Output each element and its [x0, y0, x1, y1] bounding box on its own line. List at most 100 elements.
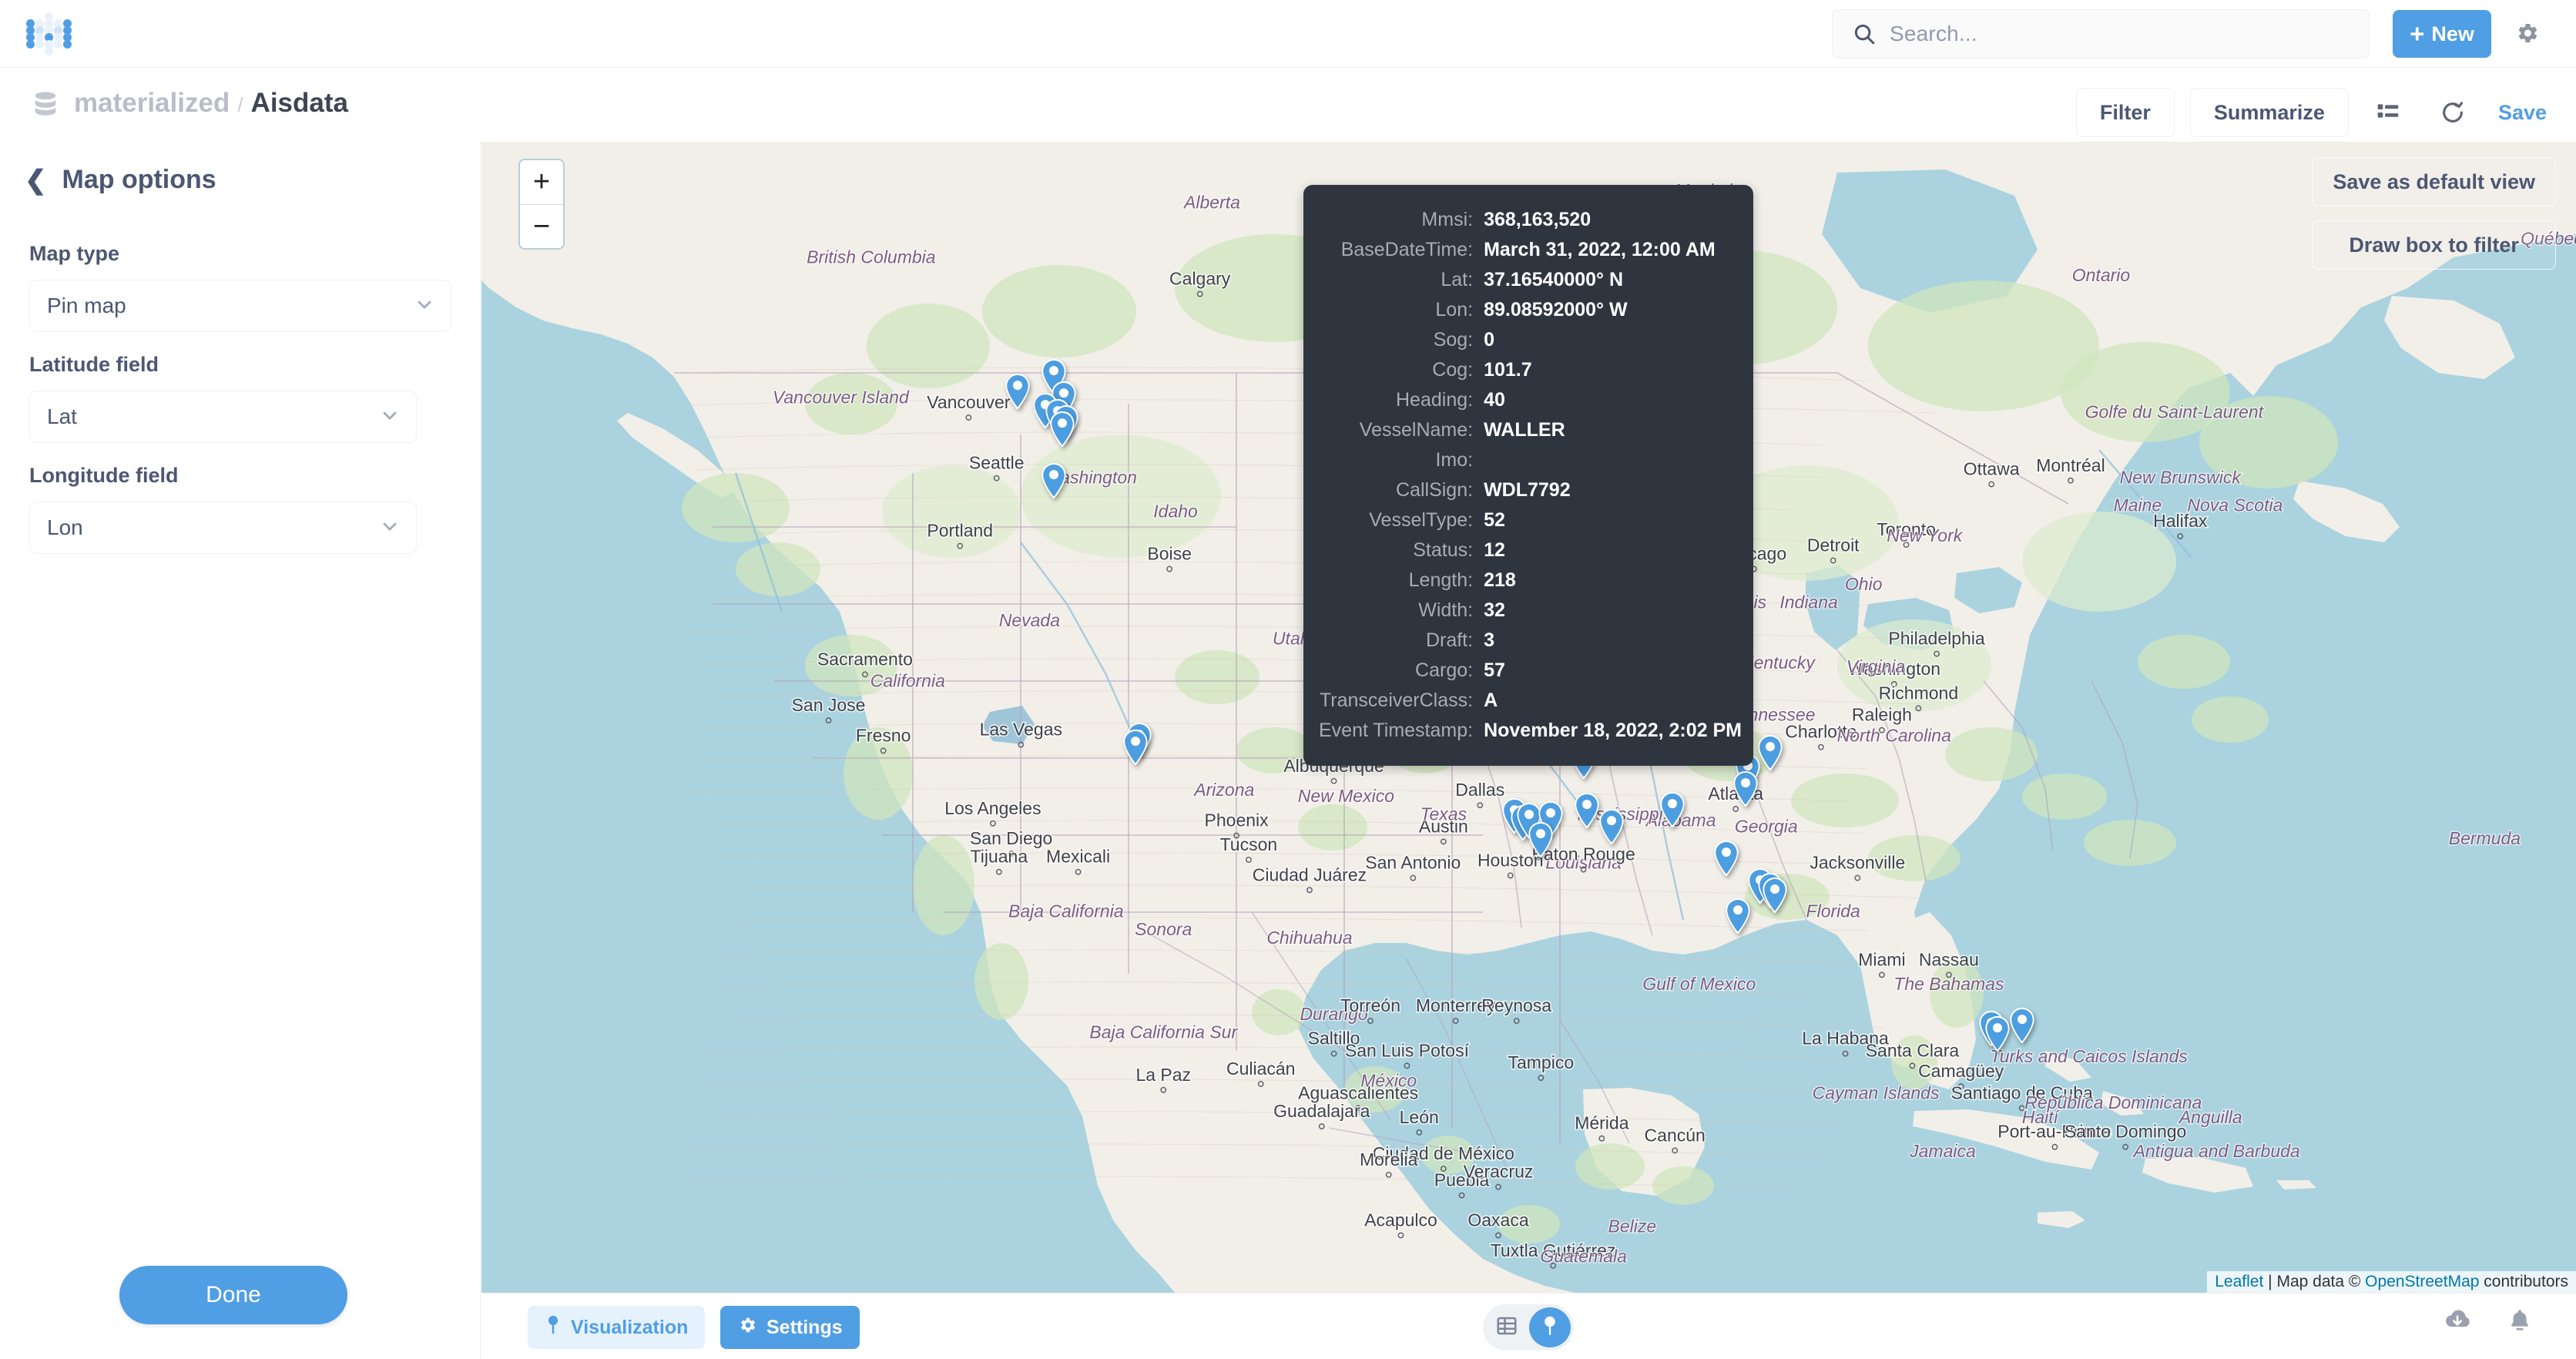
settings-label: Settings: [766, 1317, 843, 1339]
map-label: Chihuahua: [1266, 928, 1352, 948]
tooltip-key: BaseDateTime:: [1319, 235, 1484, 265]
longitude-value: Lon: [47, 515, 83, 540]
map-pin-marker[interactable]: [1003, 372, 1032, 411]
pin-icon: [545, 1315, 562, 1341]
chevron-down-icon: [414, 294, 435, 319]
breadcrumb-separator: /: [237, 93, 243, 117]
tooltip-value: 3: [1484, 626, 1742, 656]
tooltip-row: Sog:0: [1319, 325, 1742, 355]
draw-box-filter-button[interactable]: Draw box to filter: [2312, 220, 2556, 270]
tooltip-row: CallSign:WDL7792: [1319, 475, 1742, 505]
columns-toggle-icon[interactable]: [2363, 88, 2413, 137]
tooltip-value: 32: [1484, 596, 1742, 626]
done-button[interactable]: Done: [119, 1266, 347, 1324]
sidebar-back-header[interactable]: ❮ Map options: [25, 165, 216, 195]
chevron-down-icon: [379, 515, 401, 541]
table-view-toggle[interactable]: [1486, 1307, 1528, 1347]
tooltip-row: Heading:40: [1319, 385, 1742, 415]
latitude-field: Latitude field Lat: [29, 353, 451, 443]
leaflet-link[interactable]: Leaflet: [2215, 1273, 2263, 1290]
map-pin-marker[interactable]: [2007, 1006, 2037, 1045]
tooltip-value: 218: [1484, 565, 1742, 596]
breadcrumb: materialized / Aisdata: [74, 88, 348, 119]
attrib-pipe: |: [2268, 1273, 2272, 1290]
map-label: Ottawa: [1964, 458, 2020, 478]
save-default-view-button[interactable]: Save as default view: [2312, 157, 2556, 206]
new-button[interactable]: + New: [2393, 10, 2491, 58]
map-pin-marker[interactable]: [1039, 461, 1068, 500]
visualization-label: Visualization: [571, 1317, 688, 1339]
map-view-toggle[interactable]: [1529, 1307, 1571, 1347]
tooltip-value: [1484, 445, 1742, 475]
tooltip-key: Imo:: [1319, 445, 1484, 475]
chevron-left-icon[interactable]: ❮: [25, 167, 47, 193]
map-pin-marker[interactable]: [1756, 733, 1785, 772]
bottom-right-icons: [2442, 1307, 2533, 1337]
map-label: Maine: [2114, 495, 2162, 515]
map-label: Mexicali: [1046, 847, 1110, 867]
map-pin-marker[interactable]: [1723, 897, 1753, 935]
map-label: San Diego: [970, 828, 1052, 848]
map-label: Alberta: [1182, 192, 1240, 212]
tooltip-value: 37.16540000° N: [1484, 265, 1742, 295]
breadcrumb-parent[interactable]: materialized: [74, 88, 230, 119]
tooltip-row: Cargo:57: [1319, 656, 1742, 686]
gear-icon[interactable]: [2514, 20, 2540, 50]
map-pin-marker[interactable]: [1731, 770, 1760, 808]
map-label: Boise: [1147, 544, 1192, 564]
map-label: Golfe du Saint-Laurent: [2085, 402, 2265, 422]
search-icon: [1853, 22, 1876, 45]
save-link[interactable]: Save: [2498, 101, 2547, 125]
view-toggle: [1483, 1304, 1574, 1351]
map-label: Nevada: [999, 610, 1060, 630]
map-label: Belize: [1608, 1216, 1657, 1236]
visualization-button[interactable]: Visualization: [528, 1306, 705, 1349]
map-label: San Jose: [792, 695, 866, 715]
map-label: Santo Domingo: [2064, 1122, 2187, 1142]
tooltip-row: VesselName:WALLER: [1319, 415, 1742, 445]
latitude-field-select[interactable]: Lat: [29, 391, 417, 443]
tooltip-row: Status:12: [1319, 535, 1742, 565]
map-pin-marker[interactable]: [1760, 876, 1789, 914]
search-input[interactable]: Search...: [1832, 9, 2370, 59]
tooltip-row: Cog:101.7: [1319, 355, 1742, 385]
map-label: Gulf of Mexico: [1642, 974, 1756, 994]
longitude-field-select[interactable]: Lon: [29, 502, 417, 554]
map-label: Phoenix: [1205, 810, 1270, 830]
bell-icon[interactable]: [2507, 1307, 2533, 1337]
filter-button[interactable]: Filter: [2076, 88, 2175, 137]
logo-dot: [35, 40, 44, 49]
map-pin-marker[interactable]: [1712, 839, 1741, 877]
tooltip-key: Mmsi:: [1319, 205, 1484, 235]
map-label: Baja California Sur: [1089, 1022, 1238, 1042]
settings-button[interactable]: Settings: [720, 1306, 860, 1349]
attrib-contributors: contributors: [2484, 1273, 2568, 1290]
zoom-in-button[interactable]: +: [520, 160, 563, 205]
refresh-icon[interactable]: [2427, 88, 2478, 137]
map-pin-marker[interactable]: [1526, 820, 1555, 859]
tooltip-value: 52: [1484, 505, 1742, 535]
gear-icon: [737, 1315, 757, 1341]
page-title: Aisdata: [251, 88, 348, 119]
logo-dot: [63, 40, 72, 49]
metabase-logo-icon[interactable]: [26, 12, 74, 55]
tooltip-value: WALLER: [1484, 415, 1742, 445]
map-label: North Carolina: [1837, 725, 1951, 745]
tooltip-value: 57: [1484, 656, 1742, 686]
map-pin-marker[interactable]: [1597, 807, 1626, 846]
map-pin-marker[interactable]: [1121, 728, 1150, 767]
openstreetmap-link[interactable]: OpenStreetMap: [2365, 1273, 2479, 1290]
map-type-select[interactable]: Pin map: [29, 280, 451, 332]
zoom-out-button[interactable]: −: [520, 205, 563, 249]
tooltip-row: Lon:89.08592000° W: [1319, 295, 1742, 325]
map-pin-marker[interactable]: [1658, 790, 1687, 829]
map-label: British Columbia: [807, 247, 935, 267]
summarize-button[interactable]: Summarize: [2190, 88, 2349, 137]
map-label: República Dominicana: [2024, 1092, 2202, 1112]
download-cloud-icon[interactable]: [2442, 1307, 2473, 1337]
map-label: Bermuda: [2449, 828, 2521, 848]
map-pin-marker[interactable]: [1048, 410, 1077, 448]
latitude-value: Lat: [47, 404, 77, 429]
map-label: Seattle: [969, 453, 1025, 473]
map-label: México: [1360, 1071, 1417, 1091]
